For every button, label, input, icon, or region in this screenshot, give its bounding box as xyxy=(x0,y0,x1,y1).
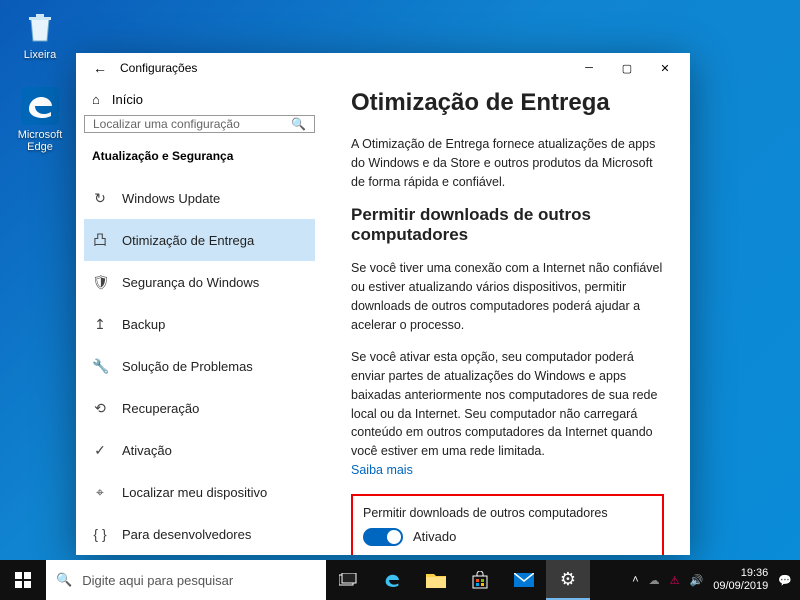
tray-network-icon[interactable]: ⚠ xyxy=(670,574,680,587)
maximize-button[interactable]: ▢ xyxy=(608,54,646,82)
minimize-button[interactable]: ─ xyxy=(570,54,608,82)
page-title: Otimização de Entrega xyxy=(351,89,664,117)
delivery-icon: 凸 xyxy=(92,230,108,250)
search-icon: 🔍 xyxy=(291,117,306,131)
shield-icon: 🛡 xyxy=(92,274,108,291)
clock-date: 09/09/2019 xyxy=(713,580,768,593)
toggle-state: Ativado xyxy=(413,529,456,544)
desktop-icon-label: Lixeira xyxy=(10,49,70,61)
tray-onedrive-icon[interactable]: ☁ xyxy=(649,574,660,587)
sidebar: ⌂ Início Localizar uma configuração 🔍 At… xyxy=(76,83,323,555)
taskbar-mail[interactable] xyxy=(502,560,546,600)
task-view-button[interactable] xyxy=(326,560,370,600)
nav-list: ↻Windows Update 凸Otimização de Entrega 🛡… xyxy=(84,177,315,555)
home-link[interactable]: ⌂ Início xyxy=(84,89,315,109)
start-button[interactable] xyxy=(0,560,46,600)
paragraph-1: Se você tiver uma conexão com a Internet… xyxy=(351,259,664,334)
nav-windows-update[interactable]: ↻Windows Update xyxy=(84,177,315,219)
desktop-icon-edge[interactable]: Microsoft Edge xyxy=(10,86,70,153)
search-placeholder: Localizar uma configuração xyxy=(93,117,240,131)
settings-window: ← Configurações ─ ▢ ✕ ⌂ Início Localizar… xyxy=(76,53,690,555)
nav-activation[interactable]: ✓Ativação xyxy=(84,429,315,471)
taskbar-clock[interactable]: 19:36 09/09/2019 xyxy=(713,567,768,592)
taskbar: 🔍 Digite aqui para pesquisar ⚙ ˄ ☁ ⚠ 🔊 1… xyxy=(0,560,800,600)
tray-volume-icon[interactable]: 🔊 xyxy=(690,574,704,587)
learn-more-link[interactable]: Saiba mais xyxy=(351,463,413,477)
nav-delivery-optimization[interactable]: 凸Otimização de Entrega xyxy=(84,219,315,261)
toggle-label: Permitir downloads de outros computadore… xyxy=(363,506,652,520)
action-center-icon[interactable]: 💬 xyxy=(778,574,792,587)
locate-icon: ⌖ xyxy=(92,484,108,501)
desktop-icon-label: Microsoft Edge xyxy=(10,129,70,153)
window-title: Configurações xyxy=(116,61,570,75)
home-label: Início xyxy=(112,92,143,107)
taskbar-edge[interactable] xyxy=(370,560,414,600)
desktop-icon-recycle-bin[interactable]: Lixeira xyxy=(10,6,70,61)
allow-downloads-toggle[interactable] xyxy=(363,528,403,546)
section-heading: Permitir downloads de outros computadore… xyxy=(351,205,664,245)
paragraph-2: Se você ativar esta opção, seu computado… xyxy=(351,348,664,479)
taskbar-search[interactable]: 🔍 Digite aqui para pesquisar xyxy=(46,560,326,600)
tray-chevron-icon[interactable]: ˄ xyxy=(632,574,638,586)
content-pane: Otimização de Entrega A Otimização de En… xyxy=(323,83,690,555)
clock-time: 19:36 xyxy=(713,567,768,580)
taskbar-search-placeholder: Digite aqui para pesquisar xyxy=(82,573,233,588)
titlebar: ← Configurações ─ ▢ ✕ xyxy=(76,53,690,83)
backup-icon: ↥ xyxy=(92,316,108,333)
check-icon: ✓ xyxy=(92,442,108,459)
highlighted-group: Permitir downloads de outros computadore… xyxy=(351,494,664,556)
search-icon: 🔍 xyxy=(56,572,72,588)
nav-troubleshoot[interactable]: 🔧Solução de Problemas xyxy=(84,345,315,387)
nav-windows-security[interactable]: 🛡Segurança do Windows xyxy=(84,261,315,303)
section-header: Atualização e Segurança xyxy=(84,145,315,171)
taskbar-settings[interactable]: ⚙ xyxy=(546,560,590,600)
nav-backup[interactable]: ↥Backup xyxy=(84,303,315,345)
recovery-icon: ⟲ xyxy=(92,400,108,417)
nav-recovery[interactable]: ⟲Recuperação xyxy=(84,387,315,429)
taskbar-apps: ⚙ xyxy=(326,560,590,600)
close-button[interactable]: ✕ xyxy=(646,54,684,82)
settings-search[interactable]: Localizar uma configuração 🔍 xyxy=(84,115,315,133)
edge-icon xyxy=(20,86,60,126)
nav-developers[interactable]: { }Para desenvolvedores xyxy=(84,513,315,555)
home-icon: ⌂ xyxy=(92,92,100,107)
wrench-icon: 🔧 xyxy=(92,358,108,375)
taskbar-explorer[interactable] xyxy=(414,560,458,600)
code-icon: { } xyxy=(92,526,108,542)
back-button[interactable]: ← xyxy=(84,60,116,76)
intro-text: A Otimização de Entrega fornece atualiza… xyxy=(351,135,664,191)
recycle-bin-icon xyxy=(20,6,60,46)
gear-icon: ⚙ xyxy=(560,569,576,590)
taskbar-store[interactable] xyxy=(458,560,502,600)
sync-icon: ↻ xyxy=(92,190,108,207)
nav-find-device[interactable]: ⌖Localizar meu dispositivo xyxy=(84,471,315,513)
system-tray: ˄ ☁ ⚠ 🔊 19:36 09/09/2019 💬 xyxy=(632,567,800,592)
